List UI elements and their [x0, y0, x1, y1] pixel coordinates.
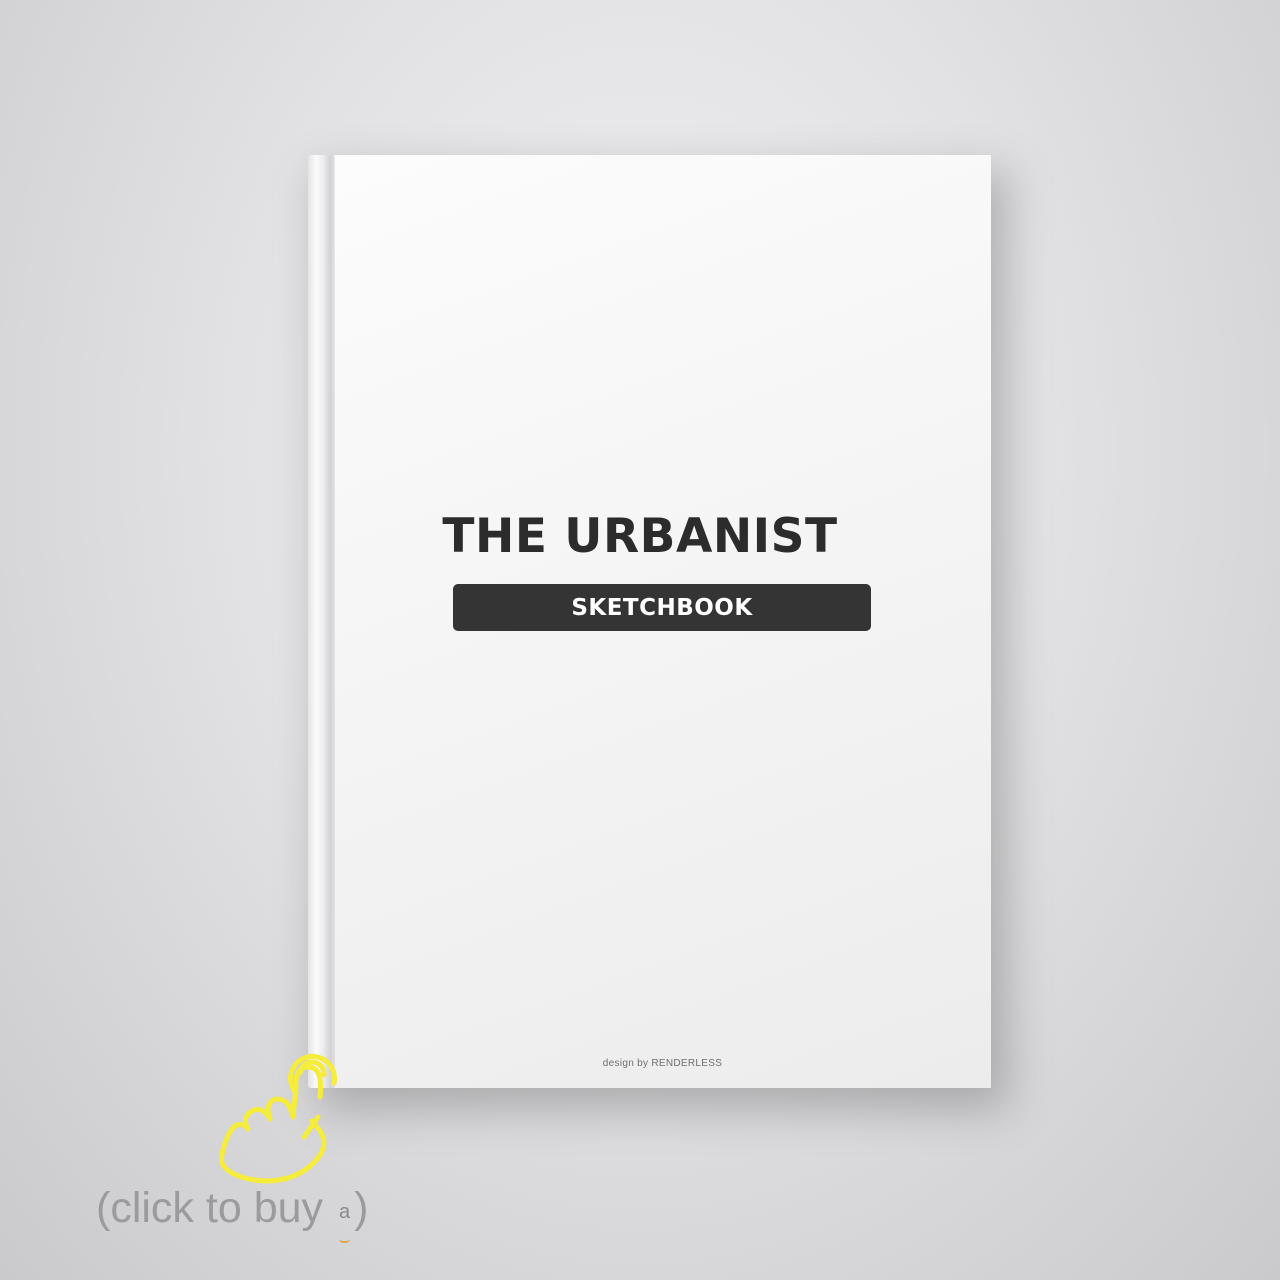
close-paren: ): [354, 1184, 369, 1232]
book-title: THE URBANIST: [442, 509, 838, 564]
open-paren: (: [96, 1184, 111, 1232]
subtitle-text: SKETCHBOOK: [571, 594, 753, 621]
book-spine: [308, 155, 336, 1088]
subtitle-bar: SKETCHBOOK: [453, 584, 871, 631]
pointing-hand-click-icon[interactable]: [200, 1015, 370, 1185]
click-to-buy-link[interactable]: (click to buy a): [96, 1180, 369, 1243]
designer-credit: design by RENDERLESS: [602, 1058, 723, 1069]
click-to-buy-label: click to buy: [110, 1184, 324, 1232]
amazon-logo-icon: a: [338, 1184, 351, 1243]
